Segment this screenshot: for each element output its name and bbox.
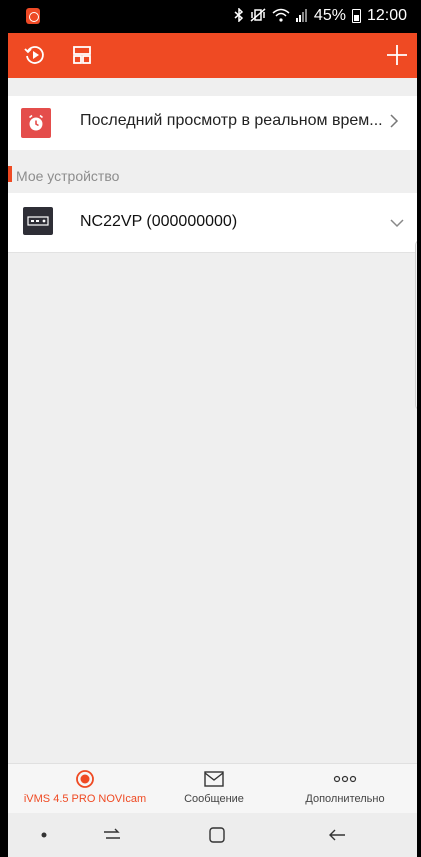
signal-icon — [295, 8, 308, 25]
nav-item-messages[interactable]: Сообщение — [149, 768, 279, 812]
message-icon — [149, 768, 279, 790]
chevron-right-icon — [389, 113, 399, 134]
nav-label-messages: Сообщение — [184, 793, 244, 805]
status-indicators: 45% 12:00 — [234, 6, 407, 25]
recent-apps-icon[interactable] — [99, 823, 125, 847]
dot-indicator — [31, 823, 57, 847]
layout-icon[interactable] — [70, 43, 94, 67]
clock-time: 12:00 — [366, 7, 407, 24]
status-bar: 45% 12:00 — [8, 0, 417, 33]
recent-live-view-label: Последний просмотр в реальном врем... — [80, 112, 383, 129]
live-view-icon — [20, 768, 150, 790]
battery-icon — [351, 9, 361, 23]
add-icon[interactable] — [385, 43, 409, 67]
chevron-down-icon[interactable] — [389, 215, 405, 233]
section-header-my-device: Мое устройство — [8, 160, 417, 190]
home-icon[interactable] — [204, 823, 230, 847]
phone-screen: 45% 12:00 Последний просмотр в реальном … — [0, 0, 421, 857]
dvr-icon — [23, 207, 53, 235]
edge-panel-handle[interactable] — [415, 240, 417, 410]
nav-label-more: Дополнительно — [305, 793, 385, 805]
section-title: Мое устройство — [16, 168, 120, 184]
app-notification-icon — [26, 8, 40, 24]
recent-live-view-row[interactable]: Последний просмотр в реальном врем... — [8, 96, 417, 150]
wifi-icon — [272, 8, 290, 25]
device-name: NC22VP (000000000) — [80, 213, 238, 230]
playback-icon[interactable] — [23, 43, 47, 67]
system-navigation-bar — [8, 813, 417, 857]
nav-item-live-view[interactable]: iVMS 4.5 PRO NOVIcam — [20, 768, 150, 812]
bluetooth-icon — [234, 6, 244, 25]
nav-item-more[interactable]: Дополнительно — [280, 768, 410, 812]
back-icon[interactable] — [324, 823, 350, 847]
section-accent-bar — [8, 166, 12, 182]
nav-label-live-view: iVMS 4.5 PRO NOVIcam — [23, 793, 147, 805]
more-icon — [280, 768, 410, 790]
clock-icon — [21, 108, 51, 138]
bottom-navigation: iVMS 4.5 PRO NOVIcam Сообщение Дополните… — [8, 763, 417, 813]
app-toolbar — [8, 33, 417, 78]
device-row[interactable]: NC22VP (000000000) — [8, 193, 417, 253]
battery-percent: 45% — [313, 7, 346, 24]
vibrate-mute-icon — [250, 7, 266, 25]
